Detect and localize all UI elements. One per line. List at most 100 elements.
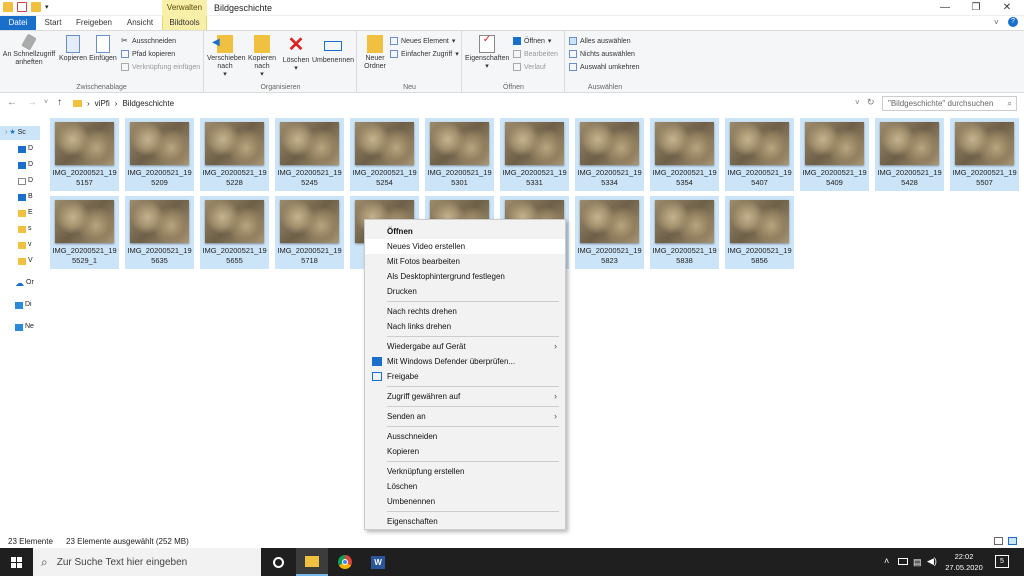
pin-quick-access-button[interactable]: An Schnellzugriff anheften	[2, 33, 56, 67]
up-arrow-icon[interactable]: ↑	[57, 97, 62, 108]
edit-button[interactable]: Bearbeiten	[513, 50, 558, 58]
nav-item[interactable]: E	[0, 206, 40, 220]
menu-item[interactable]: Kopieren	[365, 444, 565, 459]
breadcrumb-current[interactable]: Bildgeschichte	[122, 97, 174, 111]
nav-item-quick-access[interactable]: › ★ Sc	[0, 126, 40, 140]
history-button[interactable]: Verlauf	[513, 63, 546, 71]
copy-to-button[interactable]: Kopieren nach ▾	[245, 35, 279, 79]
nav-item[interactable]: V	[0, 254, 40, 268]
battery-icon[interactable]	[898, 558, 908, 565]
menu-item[interactable]: Nach links drehen	[365, 319, 565, 334]
start-button[interactable]	[0, 548, 32, 576]
menu-item[interactable]: Umbenennen	[365, 494, 565, 509]
file-tile[interactable]: IMG_20200521_195407	[725, 118, 794, 191]
menu-item[interactable]: Nach rechts drehen	[365, 304, 565, 319]
taskbar-word[interactable]: W	[362, 548, 394, 576]
task-view-button[interactable]	[262, 548, 294, 576]
file-tile[interactable]: IMG_20200521_195823	[575, 196, 644, 269]
volume-icon[interactable]: ◀)	[927, 556, 937, 567]
taskbar-clock[interactable]: 22:02 27.05.2020	[942, 551, 986, 573]
menu-item[interactable]: Neues Video erstellen	[365, 239, 565, 254]
file-tile[interactable]: IMG_20200521_195655	[200, 196, 269, 269]
forward-arrow-icon[interactable]: →	[27, 97, 37, 108]
cut-button[interactable]: ✂ Ausschneiden	[121, 37, 176, 45]
file-tile[interactable]: IMG_20200521_195635	[125, 196, 194, 269]
taskbar-chrome[interactable]	[329, 548, 361, 576]
details-view-icon[interactable]	[994, 537, 1003, 545]
tab-file[interactable]: Datei	[0, 16, 36, 30]
file-tile[interactable]: IMG_20200521_195718	[275, 196, 344, 269]
nav-item-network[interactable]: Ne	[0, 320, 40, 334]
file-tile[interactable]: IMG_20200521_195507	[950, 118, 1019, 191]
nav-item[interactable]: v	[0, 238, 40, 252]
menu-item[interactable]: Senden an ›	[365, 409, 565, 424]
menu-item[interactable]: Zugriff gewähren auf ›	[365, 389, 565, 404]
file-tile[interactable]: IMG_20200521_195856	[725, 196, 794, 269]
file-tile[interactable]: IMG_20200521_195354	[650, 118, 719, 191]
menu-item[interactable]: Ausschneiden	[365, 429, 565, 444]
menu-item[interactable]: Eigenschaften	[365, 514, 565, 529]
recent-locations-chevron-icon[interactable]: ˅	[44, 99, 48, 106]
taskbar-file-explorer[interactable]	[296, 548, 328, 576]
easy-access-button[interactable]: Einfacher Zugriff ▾	[390, 50, 459, 58]
close-button[interactable]: ✕	[992, 0, 1022, 16]
back-arrow-icon[interactable]: ←	[7, 97, 17, 108]
file-tile[interactable]: IMG_20200521_195334	[575, 118, 644, 191]
address-dropdown-chevron-icon[interactable]: ˅	[855, 98, 860, 107]
minimize-button[interactable]: —	[930, 0, 960, 16]
nav-item[interactable]: s	[0, 222, 40, 236]
delete-button[interactable]: ✕ Löschen ▾	[281, 35, 311, 73]
nav-item[interactable]: B	[0, 190, 40, 204]
open-button[interactable]: Öffnen ▾	[513, 37, 551, 45]
file-tile[interactable]: IMG_20200521_195409	[800, 118, 869, 191]
nav-item[interactable]: D	[0, 142, 40, 156]
paste-shortcut-button[interactable]: Verknüpfung einfügen	[121, 63, 200, 71]
collapse-ribbon-icon[interactable]: ˅	[994, 18, 999, 27]
nav-item-onedrive[interactable]: ☁ Or	[0, 276, 40, 290]
file-tile[interactable]: IMG_20200521_195245	[275, 118, 344, 191]
network-icon[interactable]: ▤	[913, 557, 922, 568]
new-folder-button[interactable]: Neuer Ordner	[360, 35, 390, 71]
maximize-button[interactable]: ❐	[961, 0, 991, 16]
menu-item[interactable]: Als Desktophintergrund festlegen	[365, 269, 565, 284]
menu-item[interactable]: Freigabe	[365, 369, 565, 384]
move-to-button[interactable]: ◀ Verschieben nach ▾	[207, 35, 246, 79]
address-bar[interactable]: › viPfi › Bildgeschichte	[70, 96, 864, 111]
paste-button[interactable]: Einfügen	[88, 35, 118, 63]
menu-item[interactable]: Öffnen	[365, 224, 565, 239]
menu-item[interactable]: Wiedergabe auf Gerät ›	[365, 339, 565, 354]
rename-button[interactable]: Umbenennen	[311, 35, 355, 65]
tab-start[interactable]: Start	[38, 16, 68, 30]
large-icons-view-icon[interactable]	[1008, 537, 1017, 545]
taskbar-search-input[interactable]: ⌕ Zur Suche Text hier eingeben	[33, 548, 261, 576]
tab-picture-tools[interactable]: Bildtools	[162, 16, 207, 30]
menu-item[interactable]: Mit Windows Defender überprüfen...	[365, 354, 565, 369]
customize-qat-icon[interactable]: ▾	[45, 3, 49, 11]
new-item-button[interactable]: Neues Element ▾	[390, 37, 455, 45]
file-tile[interactable]: IMG_20200521_195301	[425, 118, 494, 191]
new-folder-icon[interactable]	[31, 2, 41, 12]
file-tile[interactable]: IMG_20200521_195428	[875, 118, 944, 191]
menu-item[interactable]: Drucken	[365, 284, 565, 299]
properties-button[interactable]: ✓ Eigenschaften ▾	[465, 35, 509, 71]
search-input[interactable]: "Bildgeschichte" durchsuchen ⌕	[882, 96, 1017, 111]
file-tile[interactable]: IMG_20200521_195331	[500, 118, 569, 191]
file-tile[interactable]: IMG_20200521_195209	[125, 118, 194, 191]
file-tile[interactable]: IMG_20200521_195157	[50, 118, 119, 191]
nav-item-this-pc[interactable]: Di	[0, 298, 40, 312]
nav-item[interactable]: D	[0, 174, 40, 188]
breadcrumb-vipfi[interactable]: viPfi	[95, 97, 110, 111]
menu-item[interactable]: Löschen	[365, 479, 565, 494]
properties-icon[interactable]	[17, 2, 27, 12]
invert-selection-button[interactable]: Auswahl umkehren	[569, 63, 640, 71]
select-all-button[interactable]: Alles auswählen	[569, 37, 631, 45]
nav-item[interactable]: D	[0, 158, 40, 172]
copy-button[interactable]: Kopieren	[58, 35, 88, 63]
tab-share[interactable]: Freigeben	[72, 16, 116, 30]
tab-view[interactable]: Ansicht	[120, 16, 160, 30]
help-icon[interactable]: ?	[1008, 17, 1018, 27]
show-hidden-icons-chevron-icon[interactable]: ˄	[884, 556, 889, 566]
copy-path-button[interactable]: Pfad kopieren	[121, 50, 175, 58]
file-tile[interactable]: IMG_20200521_195838	[650, 196, 719, 269]
file-tile[interactable]: IMG_20200521_195254	[350, 118, 419, 191]
